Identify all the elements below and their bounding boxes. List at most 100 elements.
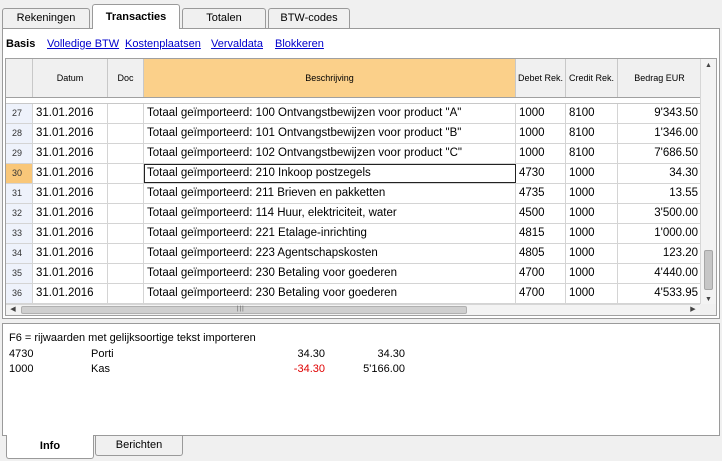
cell-bedrag-eur[interactable]: 13.55 bbox=[618, 184, 702, 203]
row-number: 28 bbox=[6, 124, 33, 143]
cell-datum[interactable]: 31.01.2016 bbox=[33, 184, 108, 203]
cell-beschrijving[interactable]: Totaal geïmporteerd: 221 Etalage-inricht… bbox=[144, 224, 516, 243]
table-row[interactable]: 28 31.01.2016 Totaal geïmporteerd: 101 Ont… bbox=[6, 124, 702, 144]
cell-beschrijving[interactable]: Totaal geïmporteerd: 100 Ontvangstbewijz… bbox=[144, 104, 516, 123]
cell-doc[interactable] bbox=[108, 244, 144, 263]
cell-bedrag-eur[interactable]: 9'343.50 bbox=[618, 104, 702, 123]
cell-doc[interactable] bbox=[108, 104, 144, 123]
cell-datum[interactable]: 31.01.2016 bbox=[33, 164, 108, 183]
tab-rekeningen[interactable]: Rekeningen bbox=[2, 8, 90, 29]
cell-debet-rek[interactable]: 4730 bbox=[516, 164, 566, 183]
row-number: 30 bbox=[6, 164, 33, 183]
tab-btw-codes[interactable]: BTW-codes bbox=[268, 8, 350, 29]
cell-doc[interactable] bbox=[108, 284, 144, 303]
table-row[interactable]: 35 31.01.2016 Totaal geïmporteerd: 230 Bet… bbox=[6, 264, 702, 284]
cell-datum[interactable]: 31.01.2016 bbox=[33, 104, 108, 123]
cell-bedrag-eur[interactable]: 4'533.95 bbox=[618, 284, 702, 303]
view-kostenplaatsen[interactable]: Kostenplaatsen bbox=[125, 38, 201, 50]
cell-debet-rek[interactable]: 1000 bbox=[516, 144, 566, 163]
row-number: 33 bbox=[6, 224, 33, 243]
cell-beschrijving[interactable]: Totaal geïmporteerd: 230 Betaling voor g… bbox=[144, 284, 516, 303]
scroll-up-icon[interactable]: ▲ bbox=[701, 59, 716, 73]
vertical-scroll-thumb[interactable] bbox=[704, 250, 713, 290]
header-debet-rek[interactable]: Debet Rek. bbox=[516, 59, 566, 97]
cell-credit-rek[interactable]: 1000 bbox=[566, 184, 618, 203]
cell-bedrag-eur[interactable]: 34.30 bbox=[618, 164, 702, 183]
vertical-scrollbar[interactable]: ▲ ▼ bbox=[700, 59, 716, 308]
cell-datum[interactable]: 31.01.2016 bbox=[33, 244, 108, 263]
view-volledige-btw[interactable]: Volledige BTW bbox=[47, 38, 119, 50]
cell-beschrijving[interactable]: Totaal geïmporteerd: 102 Ontvangstbewijz… bbox=[144, 144, 516, 163]
cell-bedrag-eur[interactable]: 7'686.50 bbox=[618, 144, 702, 163]
table-row[interactable]: 30 31.01.2016 Totaal geïmporteerd: 210 Ink… bbox=[6, 164, 702, 184]
cell-debet-rek[interactable]: 4815 bbox=[516, 224, 566, 243]
view-basis[interactable]: Basis bbox=[6, 38, 35, 50]
cell-doc[interactable] bbox=[108, 264, 144, 283]
cell-credit-rek[interactable]: 1000 bbox=[566, 204, 618, 223]
cell-beschrijving[interactable]: Totaal geïmporteerd: 210 Inkoop postzege… bbox=[144, 164, 516, 183]
tab-transacties[interactable]: Transacties bbox=[92, 4, 180, 29]
cell-credit-rek[interactable]: 8100 bbox=[566, 104, 618, 123]
cell-datum[interactable]: 31.01.2016 bbox=[33, 224, 108, 243]
cell-credit-rek[interactable]: 1000 bbox=[566, 284, 618, 303]
view-vervaldata[interactable]: Vervaldata bbox=[211, 38, 263, 50]
cell-beschrijving[interactable]: Totaal geïmporteerd: 230 Betaling voor g… bbox=[144, 264, 516, 283]
cell-credit-rek[interactable]: 1000 bbox=[566, 264, 618, 283]
table-row[interactable]: 36 31.01.2016 Totaal geïmporteerd: 230 Bet… bbox=[6, 284, 702, 304]
cell-credit-rek[interactable]: 1000 bbox=[566, 224, 618, 243]
table-row[interactable]: 32 31.01.2016 Totaal geïmporteerd: 114 Huu… bbox=[6, 204, 702, 224]
cell-beschrijving[interactable]: Totaal geïmporteerd: 223 Agentschapskost… bbox=[144, 244, 516, 263]
table-row[interactable]: 33 31.01.2016 Totaal geïmporteerd: 221 Eta… bbox=[6, 224, 702, 244]
cell-datum[interactable]: 31.01.2016 bbox=[33, 264, 108, 283]
cell-debet-rek[interactable]: 4700 bbox=[516, 284, 566, 303]
cell-bedrag-eur[interactable]: 1'000.00 bbox=[618, 224, 702, 243]
cell-debet-rek[interactable]: 4805 bbox=[516, 244, 566, 263]
scroll-left-icon[interactable]: ◀ bbox=[7, 305, 19, 315]
info-account-name: Kas bbox=[91, 363, 110, 375]
cell-debet-rek[interactable]: 4735 bbox=[516, 184, 566, 203]
tab-totalen[interactable]: Totalen bbox=[182, 8, 266, 29]
cell-doc[interactable] bbox=[108, 224, 144, 243]
header-credit-rek[interactable]: Credit Rek. bbox=[566, 59, 618, 97]
cell-credit-rek[interactable]: 8100 bbox=[566, 144, 618, 163]
header-bedrag-eur[interactable]: Bedrag EUR bbox=[618, 59, 702, 97]
cell-bedrag-eur[interactable]: 4'440.00 bbox=[618, 264, 702, 283]
cell-datum[interactable]: 31.01.2016 bbox=[33, 204, 108, 223]
scroll-right-icon[interactable]: ▶ bbox=[687, 305, 699, 315]
cell-doc[interactable] bbox=[108, 204, 144, 223]
tab-berichten[interactable]: Berichten bbox=[95, 436, 183, 456]
cell-debet-rek[interactable]: 4700 bbox=[516, 264, 566, 283]
cell-beschrijving[interactable]: Totaal geïmporteerd: 101 Ontvangstbewijz… bbox=[144, 124, 516, 143]
cell-doc[interactable] bbox=[108, 124, 144, 143]
cell-datum[interactable]: 31.01.2016 bbox=[33, 284, 108, 303]
cell-debet-rek[interactable]: 1000 bbox=[516, 104, 566, 123]
table-row[interactable]: 27 31.01.2016 Totaal geïmporteerd: 100 Ont… bbox=[6, 104, 702, 124]
horizontal-scrollbar[interactable]: ◀ ||| ▶ bbox=[6, 304, 702, 315]
row-number: 36 bbox=[6, 284, 33, 303]
cell-bedrag-eur[interactable]: 123.20 bbox=[618, 244, 702, 263]
cell-datum[interactable]: 31.01.2016 bbox=[33, 144, 108, 163]
cell-datum[interactable]: 31.01.2016 bbox=[33, 124, 108, 143]
cell-bedrag-eur[interactable]: 1'346.00 bbox=[618, 124, 702, 143]
header-beschrijving[interactable]: Beschrijving bbox=[144, 59, 516, 97]
view-blokkeren[interactable]: Blokkeren bbox=[275, 38, 324, 50]
cell-debet-rek[interactable]: 4500 bbox=[516, 204, 566, 223]
cell-doc[interactable] bbox=[108, 164, 144, 183]
cell-bedrag-eur[interactable]: 3'500.00 bbox=[618, 204, 702, 223]
cell-doc[interactable] bbox=[108, 184, 144, 203]
header-row-number bbox=[6, 59, 33, 97]
cell-credit-rek[interactable]: 1000 bbox=[566, 164, 618, 183]
cell-credit-rek[interactable]: 1000 bbox=[566, 244, 618, 263]
table-row[interactable]: 31 31.01.2016 Totaal geïmporteerd: 211 Bri… bbox=[6, 184, 702, 204]
info-account: 4730 bbox=[9, 348, 34, 360]
header-datum[interactable]: Datum bbox=[33, 59, 108, 97]
table-row[interactable]: 34 31.01.2016 Totaal geïmporteerd: 223 Age… bbox=[6, 244, 702, 264]
cell-credit-rek[interactable]: 8100 bbox=[566, 124, 618, 143]
cell-beschrijving[interactable]: Totaal geïmporteerd: 211 Brieven en pakk… bbox=[144, 184, 516, 203]
header-doc[interactable]: Doc bbox=[108, 59, 144, 97]
cell-debet-rek[interactable]: 1000 bbox=[516, 124, 566, 143]
tab-info[interactable]: Info bbox=[6, 435, 94, 459]
cell-doc[interactable] bbox=[108, 144, 144, 163]
cell-beschrijving[interactable]: Totaal geïmporteerd: 114 Huur, elektrici… bbox=[144, 204, 516, 223]
table-row[interactable]: 29 31.01.2016 Totaal geïmporteerd: 102 Ont… bbox=[6, 144, 702, 164]
